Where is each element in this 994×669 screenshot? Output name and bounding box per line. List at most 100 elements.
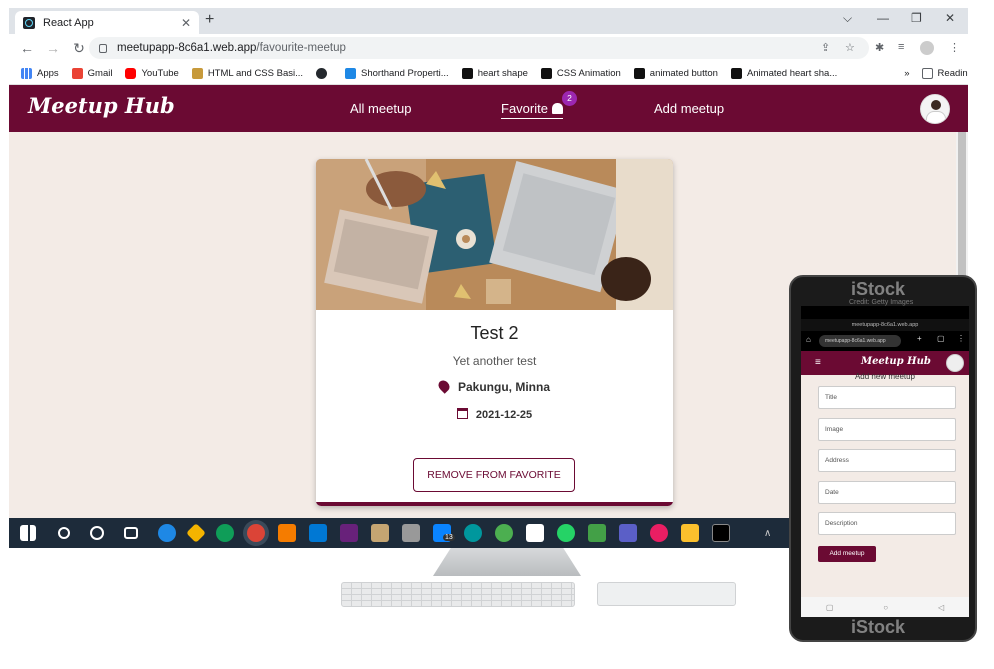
gmail-icon bbox=[71, 67, 83, 79]
meetup-address: Pakungu, Minna bbox=[457, 380, 550, 394]
bookmark-youtube[interactable]: YouTube bbox=[125, 67, 179, 79]
home-icon[interactable]: ⌂ bbox=[806, 335, 811, 344]
meetup-date-row: 2021-12-25 bbox=[316, 408, 673, 421]
app-logo[interactable]: Meetup Hub bbox=[28, 93, 175, 118]
trackpad bbox=[597, 582, 736, 606]
meetup-date: 2021-12-25 bbox=[475, 409, 533, 421]
phone-app-logo[interactable]: Meetup Hub bbox=[861, 356, 931, 367]
bookmark-label: heart shape bbox=[477, 67, 528, 79]
description-field[interactable]: Description bbox=[818, 512, 956, 535]
nav-favorite[interactable]: Favorite bbox=[501, 101, 563, 119]
git-icon[interactable] bbox=[186, 523, 206, 543]
bookmark-animated-button[interactable]: animated button bbox=[633, 67, 718, 79]
chrome-icon[interactable] bbox=[247, 524, 265, 542]
tray-chevron-icon[interactable]: ∧ bbox=[764, 528, 771, 539]
cortana-icon[interactable] bbox=[90, 526, 104, 540]
bookmark-label: YouTube bbox=[141, 67, 179, 79]
add-meetup-button[interactable]: Add meetup bbox=[818, 546, 876, 562]
task-view-icon[interactable] bbox=[124, 527, 138, 539]
maximize-icon[interactable]: ❐ bbox=[911, 11, 922, 25]
vscode-icon[interactable] bbox=[309, 524, 327, 542]
bookmark-github[interactable] bbox=[316, 67, 332, 79]
ie-icon[interactable] bbox=[158, 524, 176, 542]
hamburger-icon[interactable]: ≡ bbox=[815, 357, 821, 368]
phone-url-field[interactable]: meetupapp-8c6a1.web.app bbox=[819, 335, 901, 347]
terminal-icon[interactable] bbox=[712, 524, 730, 542]
avatar[interactable] bbox=[920, 94, 950, 124]
address-field[interactable]: Address bbox=[818, 449, 956, 472]
github-icon bbox=[316, 67, 328, 79]
recent-apps-icon[interactable]: ▢ bbox=[826, 603, 834, 612]
youtube-icon bbox=[125, 67, 137, 79]
minimize-icon[interactable]: — bbox=[877, 11, 889, 25]
date-field[interactable]: Date bbox=[818, 481, 956, 504]
whatsapp-icon[interactable] bbox=[557, 524, 575, 542]
reload-icon[interactable]: ↻ bbox=[71, 40, 87, 57]
bookmark-heart-shape[interactable]: heart shape bbox=[461, 67, 528, 79]
card-bottom-border bbox=[316, 502, 673, 506]
arduino-icon[interactable] bbox=[464, 524, 482, 542]
windows-start-icon[interactable] bbox=[20, 525, 36, 541]
share-icon[interactable]: ⇪ bbox=[821, 41, 830, 54]
codepen-icon bbox=[633, 67, 645, 79]
bookmark-label: animated button bbox=[649, 67, 718, 79]
phone-nav-bar: ▢ ○ ◁ bbox=[801, 597, 969, 617]
tab-react-app[interactable]: React App ✕ bbox=[15, 11, 199, 34]
bookmark-html-css[interactable]: HTML and CSS Basi... bbox=[191, 67, 304, 79]
close-window-icon[interactable]: ✕ bbox=[945, 11, 955, 25]
home-button-icon[interactable]: ○ bbox=[883, 603, 888, 612]
back-icon[interactable]: ◁ bbox=[938, 603, 944, 612]
location-pin-icon bbox=[436, 378, 452, 394]
phone-avatar[interactable] bbox=[946, 354, 964, 372]
back-icon[interactable]: ← bbox=[19, 40, 35, 56]
reading-list[interactable]: Reading list bbox=[921, 67, 968, 79]
star-icon[interactable]: ☆ bbox=[845, 41, 855, 54]
phone-form-heading: Add new meetup bbox=[854, 372, 916, 381]
remove-from-favorite-button[interactable]: REMOVE FROM FAVORITE bbox=[413, 458, 575, 492]
app-icon[interactable] bbox=[371, 524, 389, 542]
search-icon[interactable] bbox=[58, 527, 70, 539]
bookmark-gmail[interactable]: Gmail bbox=[71, 67, 112, 79]
tab-search-icon[interactable]: ⌵ bbox=[843, 11, 852, 26]
mail-badge: 13 bbox=[443, 534, 455, 541]
bookmark-label: Animated heart sha... bbox=[746, 67, 838, 79]
bookmark-label: CSS Animation bbox=[556, 67, 621, 79]
bookmark-animated-heart[interactable]: Animated heart sha... bbox=[730, 67, 838, 79]
bookmarks-overflow-icon[interactable]: » bbox=[904, 68, 909, 79]
image-field[interactable]: Image bbox=[818, 418, 956, 441]
url-field[interactable]: meetupapp-8c6a1.web.app/favourite-meetup bbox=[89, 37, 869, 59]
nav-add-meetup[interactable]: Add meetup bbox=[654, 101, 724, 116]
tabs-icon[interactable]: ▢ bbox=[937, 334, 945, 343]
teams-icon[interactable] bbox=[619, 524, 637, 542]
mail-icon[interactable]: 13 bbox=[433, 524, 455, 542]
file-explorer-icon[interactable] bbox=[681, 524, 699, 542]
edge-icon[interactable] bbox=[216, 524, 234, 542]
bookmark-apps[interactable]: Apps bbox=[21, 67, 59, 79]
media-icon[interactable]: ≡ bbox=[898, 41, 904, 53]
bookmark-css-animation[interactable]: CSS Animation bbox=[540, 67, 621, 79]
profile-icon[interactable] bbox=[920, 41, 934, 55]
new-tab-button[interactable]: + bbox=[205, 11, 214, 29]
meetup-address-row: Pakungu, Minna bbox=[316, 378, 673, 394]
title-field[interactable]: Title bbox=[818, 386, 956, 409]
bookmark-label: HTML and CSS Basi... bbox=[207, 67, 304, 79]
watermark-credit-top: Credit: Getty Images bbox=[849, 299, 914, 306]
app-icon[interactable] bbox=[495, 524, 513, 542]
bookmark-label: Shorthand Properti... bbox=[361, 67, 449, 79]
bookmark-shorthand[interactable]: Shorthand Properti... bbox=[345, 67, 449, 79]
nav-all-meetup[interactable]: All meetup bbox=[350, 101, 411, 116]
visual-studio-icon[interactable] bbox=[340, 524, 358, 542]
menu-icon[interactable]: ⋮ bbox=[949, 41, 960, 54]
forward-icon[interactable]: → bbox=[45, 40, 61, 56]
xampp-icon[interactable] bbox=[278, 524, 296, 542]
extensions-icon[interactable]: ✱ bbox=[875, 41, 884, 54]
new-tab-icon[interactable]: + bbox=[917, 334, 922, 343]
menu-icon[interactable]: ⋮ bbox=[957, 334, 965, 343]
close-tab-icon[interactable]: ✕ bbox=[181, 16, 191, 30]
node-icon[interactable] bbox=[588, 524, 606, 542]
store-icon[interactable] bbox=[526, 524, 544, 542]
app-navbar: Meetup Hub All meetup Favorite 2 Add mee… bbox=[9, 85, 968, 132]
tools-icon[interactable] bbox=[402, 524, 420, 542]
meetup-image bbox=[316, 159, 673, 310]
media-player-icon[interactable] bbox=[650, 524, 668, 542]
